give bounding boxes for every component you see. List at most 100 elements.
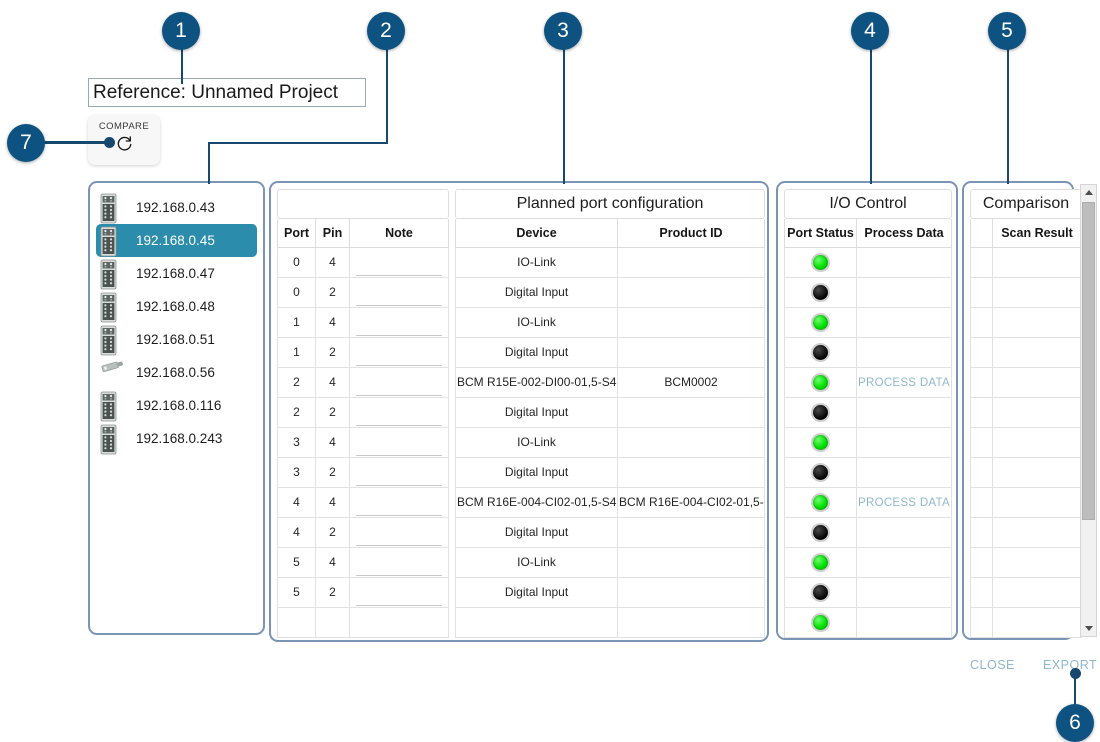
cell-note	[349, 546, 449, 578]
note-input[interactable]	[356, 555, 442, 576]
device-ip-label: 192.168.0.51	[136, 332, 215, 347]
cell-port-status	[784, 576, 857, 608]
note-input[interactable]	[356, 435, 442, 456]
note-input[interactable]	[356, 315, 442, 336]
device-list-panel: 192.168.0.43 192.168.0.45 192.168.0.47 192.…	[88, 181, 265, 635]
cell-port-status	[784, 306, 857, 338]
device-ip-label: 192.168.0.56	[136, 365, 215, 380]
note-input[interactable]	[356, 465, 442, 486]
port-status-led-icon[interactable]	[811, 432, 830, 452]
cell-port: 4	[277, 516, 316, 548]
cell-product-id: BCM0002	[617, 366, 765, 398]
device-list-item[interactable]: 192.168.0.51	[96, 323, 257, 356]
cell-process-data	[856, 516, 952, 548]
table-row	[970, 306, 1082, 338]
process-data-link[interactable]: PROCESS DATA	[858, 377, 950, 389]
cell-device: IO-Link	[455, 246, 618, 278]
cell-port: 5	[277, 576, 316, 608]
note-input[interactable]	[356, 255, 442, 276]
port-status-led-icon[interactable]	[811, 372, 830, 392]
callout-line-2c	[208, 142, 210, 184]
table-row: 02	[277, 276, 449, 308]
device-list-item[interactable]: 192.168.0.45	[96, 224, 257, 257]
callout-line-4	[870, 40, 872, 184]
scroll-down-arrow-icon[interactable]	[1081, 621, 1096, 636]
table-row	[784, 276, 952, 308]
note-input[interactable]	[356, 375, 442, 396]
device-list-item[interactable]: 192.168.0.116	[96, 389, 257, 422]
cell-port-status	[784, 426, 857, 458]
cell-comparison-blank	[970, 276, 993, 308]
cell-pin: 4	[315, 486, 350, 518]
close-button[interactable]: CLOSE	[970, 658, 1015, 672]
table-row	[970, 576, 1082, 608]
port-status-led-icon[interactable]	[811, 552, 830, 572]
scrollbar-thumb[interactable]	[1082, 202, 1095, 520]
cell-port-status	[784, 486, 857, 518]
planned-port-config-table-wrap: Planned port configuration Device Produc…	[455, 189, 765, 638]
callout-badge-4: 4	[851, 12, 889, 50]
table-row	[970, 516, 1082, 548]
port-status-led-icon[interactable]	[811, 252, 830, 272]
note-input[interactable]	[356, 285, 442, 306]
callout-line-2	[386, 40, 388, 143]
port-status-led-icon[interactable]	[811, 522, 830, 542]
device-list-item[interactable]: 192.168.0.56	[96, 356, 257, 389]
compare-button[interactable]: COMPARE	[88, 115, 160, 165]
cell-product-id	[617, 426, 765, 458]
cell-scan-result	[992, 546, 1082, 578]
device-list-item[interactable]: 192.168.0.48	[96, 290, 257, 323]
device-list-item[interactable]: 192.168.0.243	[96, 422, 257, 455]
note-input[interactable]	[356, 405, 442, 426]
cell-device: IO-Link	[455, 546, 618, 578]
device-ip-label: 192.168.0.47	[136, 266, 215, 281]
cell-comparison-blank	[970, 606, 993, 638]
port-status-led-icon[interactable]	[811, 582, 830, 602]
cell-scan-result	[992, 426, 1082, 458]
port-pin-note-table-wrap: Port Pin Note 040214122422343244425452	[277, 189, 449, 638]
table-row	[784, 456, 952, 488]
table-row	[970, 366, 1082, 398]
cell-note	[349, 396, 449, 428]
callout-dot-7	[104, 137, 115, 148]
note-input[interactable]	[356, 345, 442, 366]
process-data-link[interactable]: PROCESS DATA	[858, 497, 950, 509]
table-row	[784, 246, 952, 278]
cell-pin: 4	[315, 366, 350, 398]
table-row: Digital Input	[455, 456, 765, 488]
cell-port-status	[784, 336, 857, 368]
cell-port: 3	[277, 426, 316, 458]
table-row: BCM R15E-002-DI00-01,5-S4 BCM0002	[455, 366, 765, 398]
port-status-led-icon[interactable]	[811, 612, 830, 632]
io-control-panel: I/O Control Port Status Process Data PRO…	[776, 181, 958, 640]
cell-process-data	[856, 306, 952, 338]
note-input[interactable]	[356, 585, 442, 606]
cell-product-id	[617, 606, 765, 638]
cell-pin: 2	[315, 576, 350, 608]
note-input[interactable]	[356, 495, 442, 516]
cell-note	[349, 516, 449, 548]
device-list-item[interactable]: 192.168.0.47	[96, 257, 257, 290]
port-status-led-icon[interactable]	[811, 342, 830, 362]
cell-device: IO-Link	[455, 306, 618, 338]
table-row	[970, 606, 1082, 638]
callout-badge-3: 3	[544, 12, 582, 50]
port-status-led-icon[interactable]	[811, 462, 830, 482]
callout-line-7	[42, 141, 110, 144]
port-status-led-icon[interactable]	[811, 492, 830, 512]
cell-device: Digital Input	[455, 516, 618, 548]
table-row	[970, 246, 1082, 278]
cell-port-status	[784, 366, 857, 398]
vertical-scrollbar[interactable]	[1080, 184, 1097, 637]
column-header-device: Device	[455, 219, 618, 248]
device-list-item[interactable]: 192.168.0.43	[96, 191, 257, 224]
table-row: Digital Input	[455, 516, 765, 548]
scroll-up-arrow-icon[interactable]	[1081, 185, 1096, 200]
port-status-led-icon[interactable]	[811, 282, 830, 302]
port-status-led-icon[interactable]	[811, 402, 830, 422]
cell-scan-result	[992, 336, 1082, 368]
port-status-led-icon[interactable]	[811, 312, 830, 332]
column-header-process-data: Process Data	[856, 219, 952, 248]
note-input[interactable]	[356, 525, 442, 546]
cell-pin: 2	[315, 276, 350, 308]
